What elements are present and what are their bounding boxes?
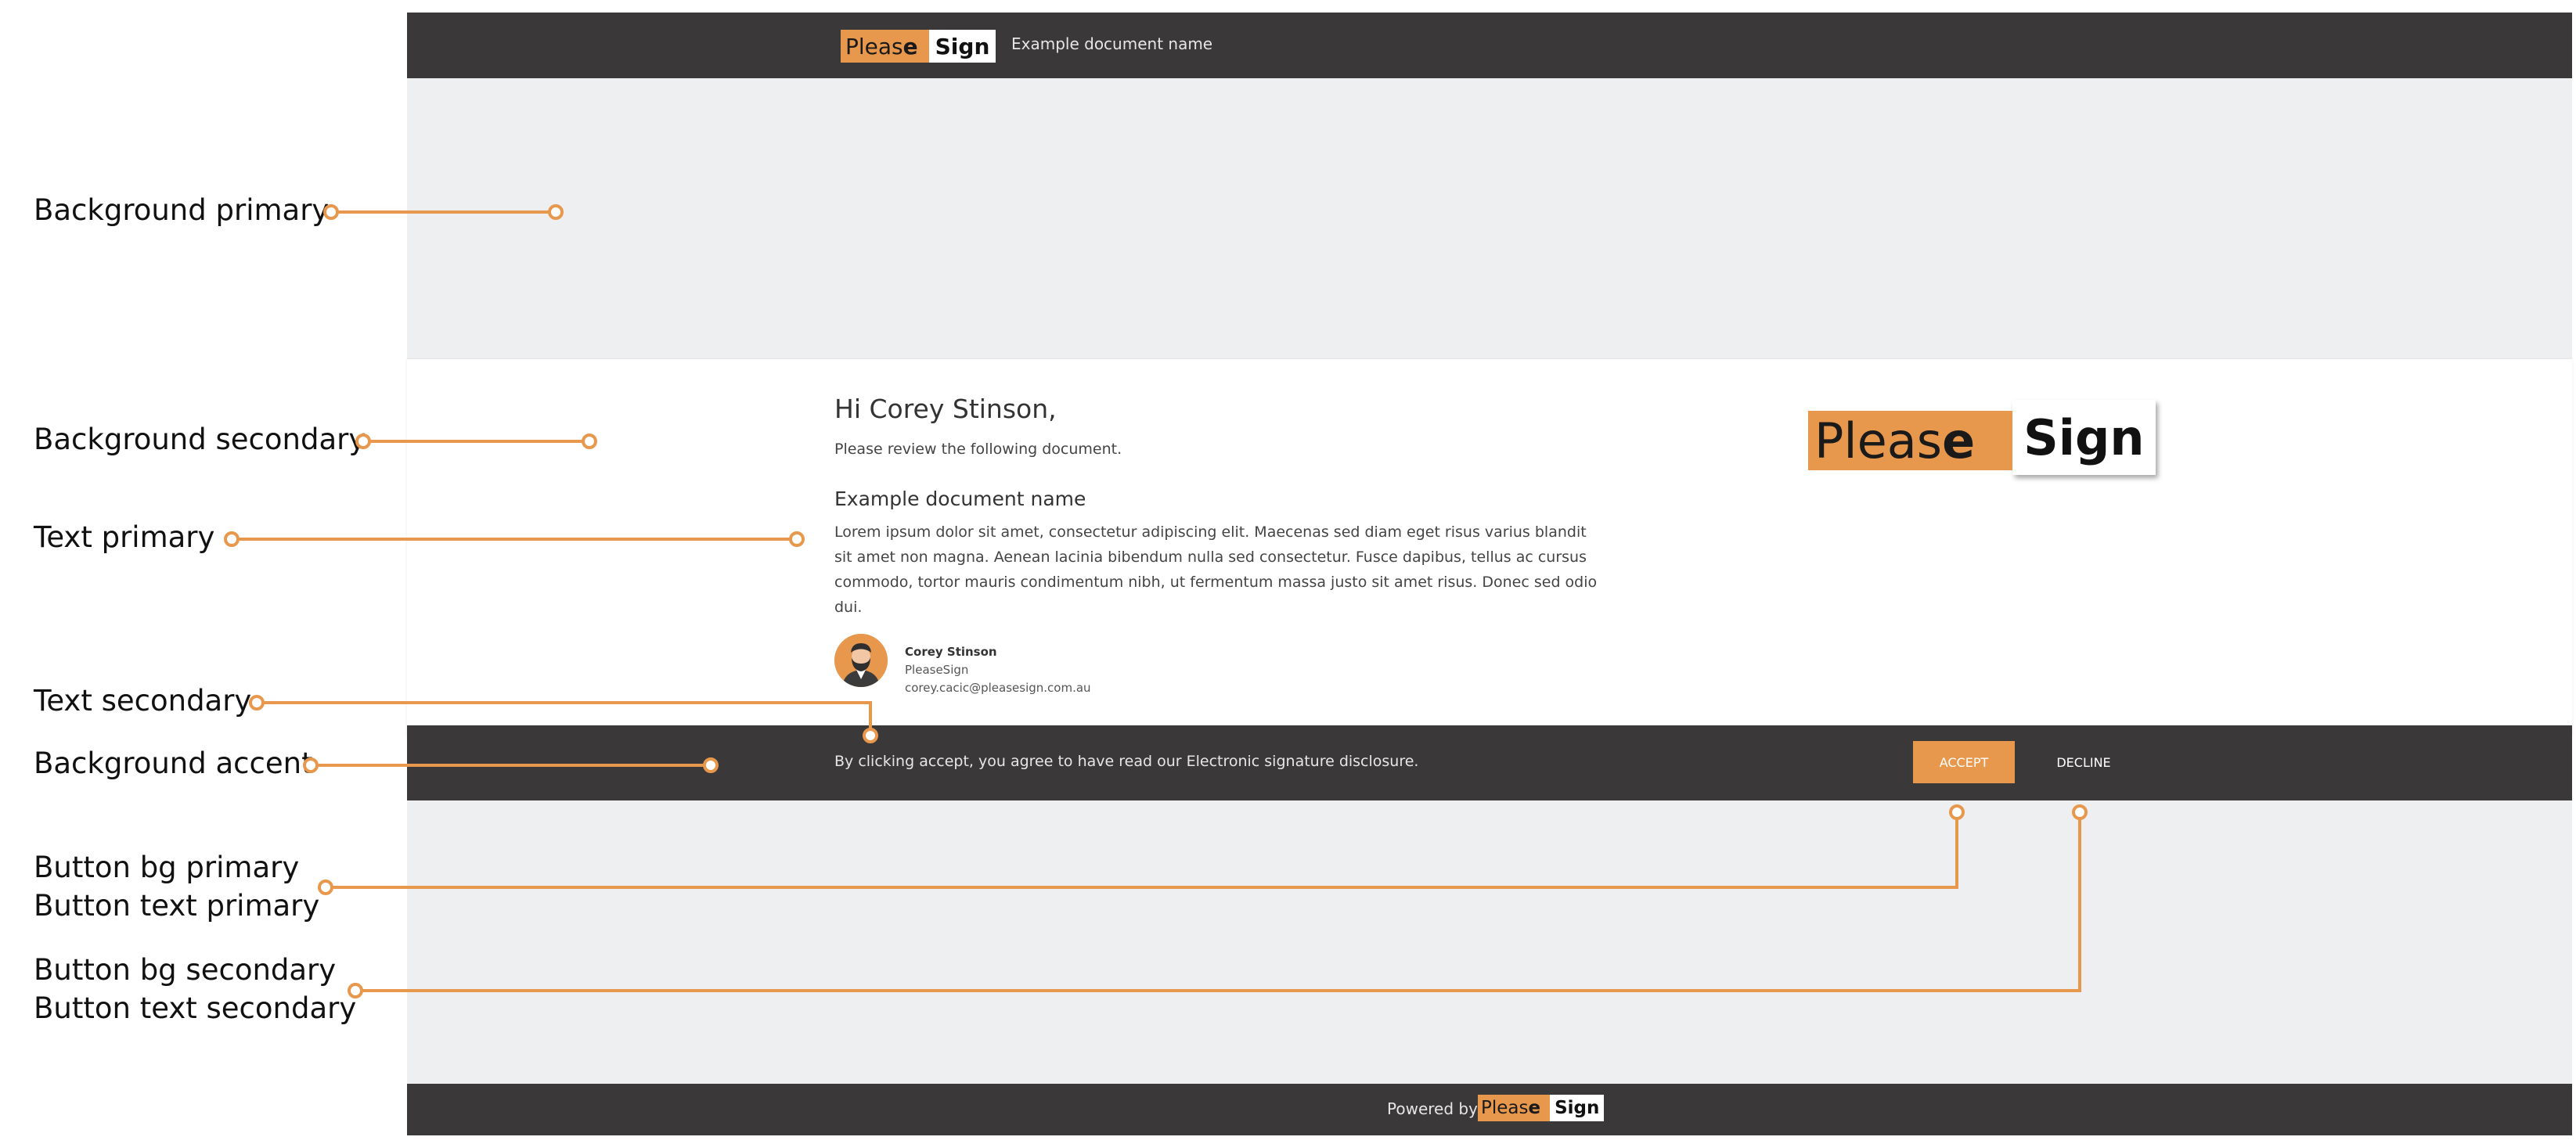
leader-background-accent	[303, 757, 719, 773]
leader-button-secondary	[348, 804, 2088, 998]
leader-background-primary	[323, 204, 564, 220]
leader-text-secondary	[249, 695, 878, 743]
leader-background-secondary	[355, 433, 597, 449]
leader-button-primary	[318, 804, 1965, 895]
annotation-lines	[224, 204, 2088, 998]
leader-text-primary	[224, 531, 805, 547]
